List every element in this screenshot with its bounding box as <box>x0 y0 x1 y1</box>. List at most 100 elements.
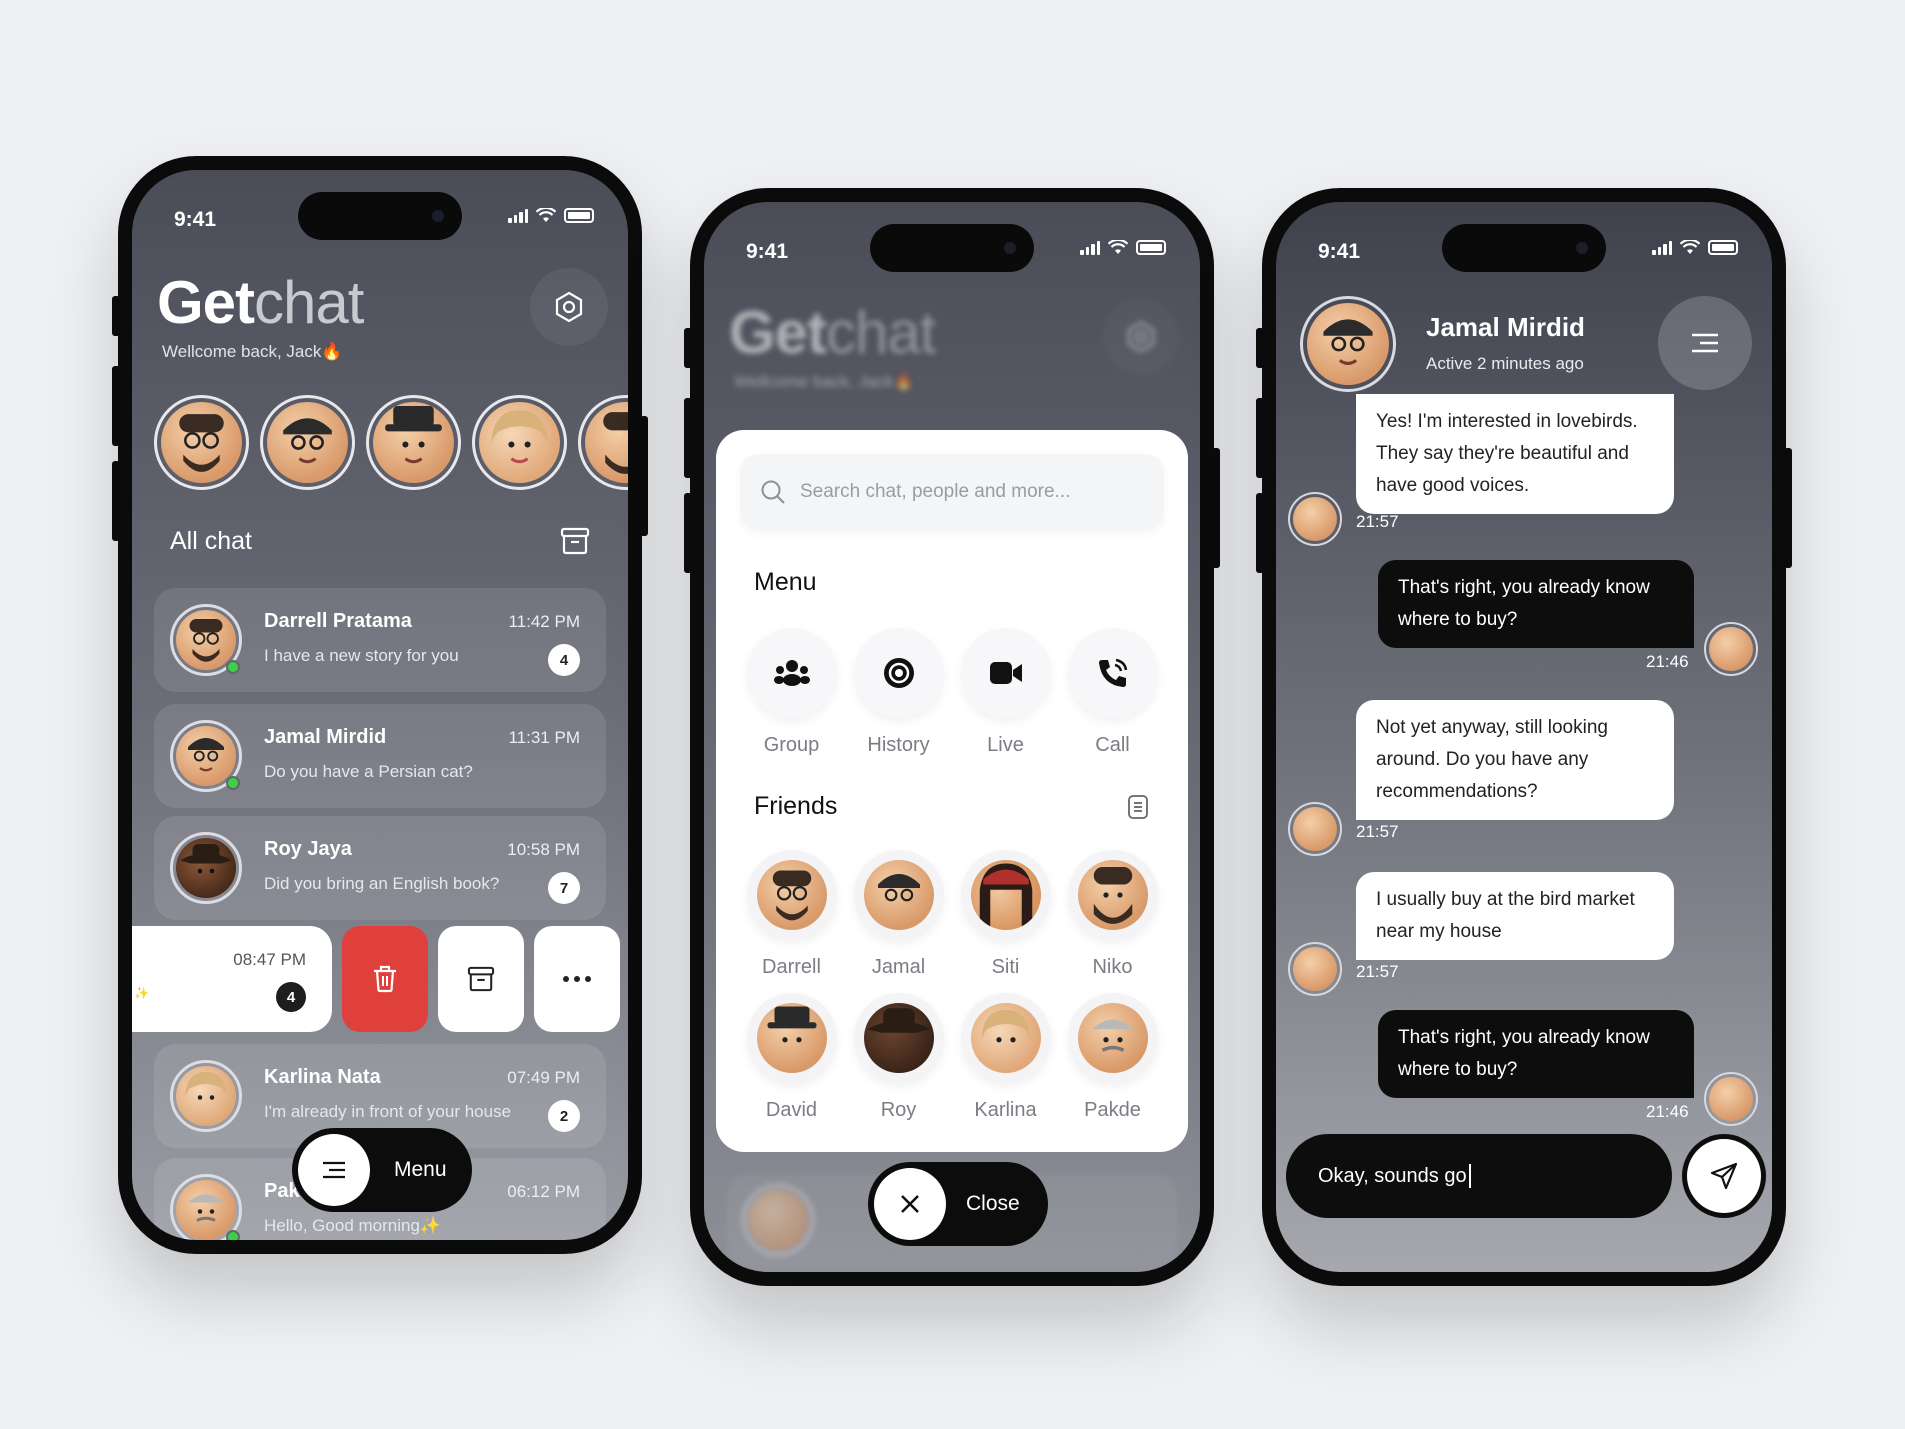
section-title: All chat <box>170 527 252 555</box>
status-time: 9:41 <box>1318 240 1361 263</box>
avatar <box>479 402 560 483</box>
menu-button[interactable]: Menu <box>292 1128 472 1212</box>
contact-name: Jamal Mirdid <box>1426 312 1585 342</box>
sender-avatar <box>1288 942 1342 996</box>
menu-grid: Group History Live Call <box>738 628 1166 757</box>
friends-title: Friends <box>754 792 838 820</box>
online-indicator <box>226 776 240 790</box>
send-button[interactable] <box>1682 1134 1766 1218</box>
avatar <box>1293 807 1337 851</box>
menu-panel: Search chat, people and more... Menu Gro… <box>716 430 1188 1152</box>
contact-status: Active 2 minutes ago <box>1426 354 1584 373</box>
sender-avatar <box>1288 802 1342 856</box>
stories-row <box>154 395 628 490</box>
dynamic-island <box>1442 224 1606 272</box>
message-input-text: Okay, sounds go <box>1318 1164 1467 1187</box>
menu-item-label: Call <box>1095 734 1130 756</box>
avatar <box>1077 1003 1148 1073</box>
status-time: 9:41 <box>174 208 217 231</box>
message-incoming: Yes! I'm interested in lovebirds. They s… <box>1356 394 1674 514</box>
story-avatar[interactable] <box>578 395 628 490</box>
battery-icon <box>1136 240 1166 255</box>
friend-karlina[interactable]: Karlina <box>952 993 1059 1122</box>
conversation-screen: 9:41 Jamal Mirdid Active 2 minutes ago Y… <box>1276 202 1772 1272</box>
avatar <box>756 1003 827 1073</box>
avatar <box>373 402 454 483</box>
chat-time: 11:31 PM <box>508 728 580 747</box>
chat-preview: I'm already in front of your house <box>264 1102 512 1121</box>
chat-time: 10:58 PM <box>507 840 580 859</box>
search-input[interactable]: Search chat, people and more... <box>740 454 1164 530</box>
menu-item-group[interactable]: Group <box>738 628 845 757</box>
chat-row[interactable]: Jamal Mirdid Do you have a Persian cat? … <box>154 704 606 808</box>
welcome-text: Wellcome back, Jack🔥 <box>734 372 915 391</box>
close-icon <box>901 1195 919 1213</box>
phone-conversation: 9:41 Jamal Mirdid Active 2 minutes ago Y… <box>1256 188 1792 1286</box>
chat-menu-button[interactable] <box>1658 296 1752 390</box>
signal-icon <box>1080 240 1100 255</box>
avatar <box>176 1180 236 1240</box>
online-indicator <box>226 660 240 674</box>
story-avatar[interactable] <box>260 395 355 490</box>
status-bar: 9:41 <box>132 170 628 240</box>
video-icon <box>989 662 1022 684</box>
story-avatar[interactable] <box>472 395 567 490</box>
message-time: 21:46 <box>1646 652 1689 671</box>
archive-icon[interactable] <box>560 527 590 555</box>
phone-menu: 9:41 Getchat Wellcome back, Jack🔥 Search… <box>684 188 1220 1286</box>
message-time: 21:57 <box>1356 962 1399 981</box>
chat-row-swiped[interactable]: ✨ 08:47 PM 4 <box>132 926 332 1032</box>
story-avatar[interactable] <box>366 395 461 490</box>
menu-item-live[interactable]: Live <box>952 628 1059 757</box>
avatar <box>1709 627 1753 671</box>
menu-icon <box>323 1161 345 1179</box>
avatar <box>176 838 236 898</box>
menu-title: Menu <box>754 568 817 596</box>
friend-name: Karlina <box>974 1099 1037 1121</box>
friend-siti[interactable]: Siti <box>952 850 1059 979</box>
chat-preview: Hello, Good morning✨ <box>264 1216 442 1235</box>
story-avatar[interactable] <box>154 395 249 490</box>
contacts-icon[interactable] <box>1126 794 1150 820</box>
sender-avatar <box>1288 492 1342 546</box>
settings-button <box>1102 298 1180 376</box>
trash-icon <box>374 965 396 993</box>
menu-item-history[interactable]: History <box>845 628 952 757</box>
message-input[interactable]: Okay, sounds go <box>1286 1134 1672 1218</box>
friend-roy[interactable]: Roy <box>845 993 952 1122</box>
contact-avatar[interactable] <box>1300 296 1396 392</box>
friend-name: Jamal <box>871 956 926 978</box>
chat-row[interactable]: Roy Jaya Did you bring an English book? … <box>154 816 606 920</box>
archive-icon <box>467 966 495 992</box>
phone-chat-list: 9:41 Getchat Wellcome back, Jack🔥 All ch… <box>112 156 648 1254</box>
chat-list-screen: 9:41 Getchat Wellcome back, Jack🔥 All ch… <box>132 170 628 1240</box>
chat-preview: I have a new story for you <box>264 646 459 665</box>
friend-niko[interactable]: Niko <box>1059 850 1166 979</box>
signal-icon <box>1652 240 1672 255</box>
friend-jamal[interactable]: Jamal <box>845 850 952 979</box>
settings-button[interactable] <box>530 268 608 346</box>
avatar <box>1709 1077 1753 1121</box>
friend-darrell[interactable]: Darrell <box>738 850 845 979</box>
avatar <box>863 1003 934 1073</box>
more-button[interactable] <box>534 926 620 1032</box>
friend-name: Darrell <box>762 956 821 978</box>
menu-icon <box>1692 333 1718 353</box>
friend-name: Siti <box>991 956 1020 978</box>
chat-time: 06:12 PM <box>507 1182 580 1201</box>
avatar <box>970 860 1041 930</box>
avatar <box>176 726 236 786</box>
close-button[interactable]: Close <box>868 1162 1048 1246</box>
avatar <box>863 860 934 930</box>
group-icon <box>773 660 810 686</box>
delete-button[interactable] <box>342 926 428 1032</box>
avatar <box>267 402 348 483</box>
chat-time: 07:49 PM <box>507 1068 580 1087</box>
send-icon <box>1710 1162 1738 1190</box>
menu-item-call[interactable]: Call <box>1059 628 1166 757</box>
friend-pakde[interactable]: Pakde <box>1059 993 1166 1122</box>
archive-button[interactable] <box>438 926 524 1032</box>
app-logo: Getchat <box>157 269 364 336</box>
friend-david[interactable]: David <box>738 993 845 1122</box>
chat-row[interactable]: Darrell Pratama I have a new story for y… <box>154 588 606 692</box>
